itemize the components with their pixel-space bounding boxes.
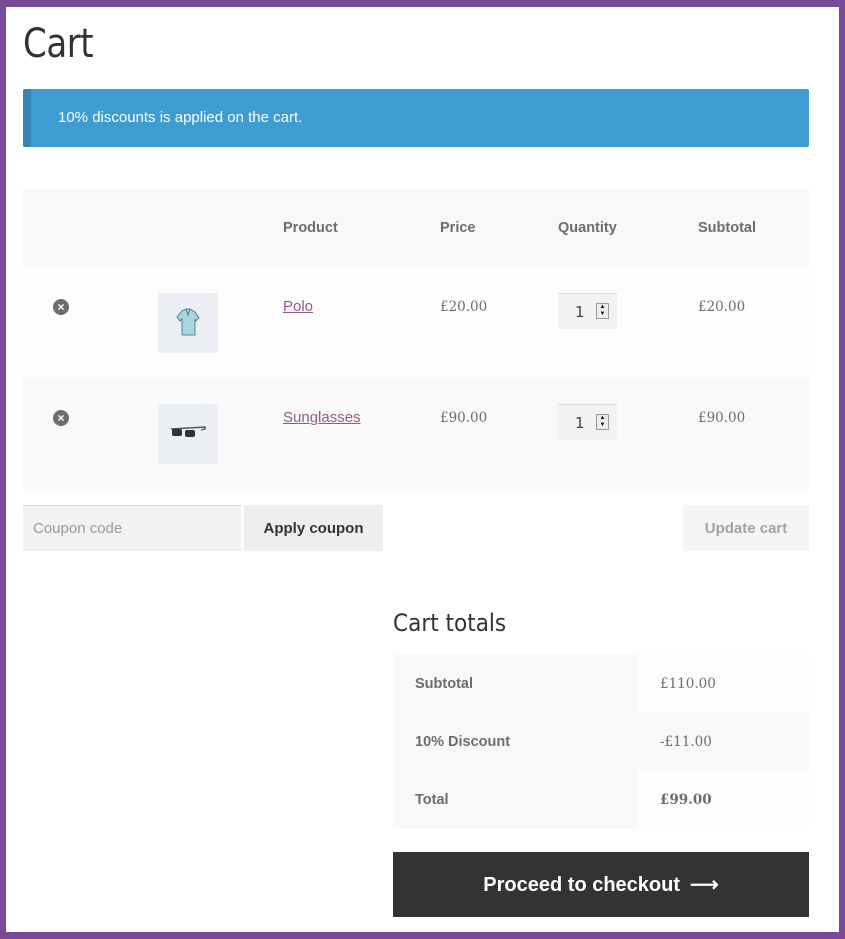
header-price: Price [440, 189, 558, 267]
item-subtotal: £90.00 [698, 410, 746, 426]
checkout-label: Proceed to checkout [483, 874, 681, 896]
spinner-arrows-icon[interactable]: ▲ ▼ [596, 414, 609, 430]
header-product: Product [283, 189, 440, 267]
sunglasses-thumbnail[interactable] [158, 404, 218, 464]
cart-table: Product Price Quantity Subtotal × Polo £… [23, 189, 809, 489]
sunglasses-icon [170, 426, 206, 437]
cart-totals-table: Subtotal £110.00 10% Discount -£11.00 To… [393, 655, 809, 829]
totals-row-subtotal: Subtotal £110.00 [393, 655, 809, 713]
discount-notice: 10% discounts is applied on the cart. [23, 89, 809, 147]
totals-label: Total [393, 771, 638, 829]
cart-totals-title: Cart totals [393, 609, 507, 637]
totals-row-total: Total £99.00 [393, 771, 809, 829]
cart-item-row: × Polo £20.00 1 ▲ ▼ £20.00 [23, 267, 809, 378]
item-price: £90.00 [440, 410, 488, 426]
header-thumbnail [158, 189, 283, 267]
header-subtotal: Subtotal [698, 189, 809, 267]
item-subtotal: £20.00 [698, 299, 746, 315]
apply-coupon-button[interactable]: Apply coupon [244, 505, 383, 551]
remove-item-icon[interactable]: × [53, 299, 69, 315]
totals-label: Subtotal [393, 655, 638, 713]
totals-value: -£11.00 [638, 713, 809, 771]
remove-item-icon[interactable]: × [53, 410, 69, 426]
quantity-stepper[interactable]: 1 ▲ ▼ [558, 293, 617, 329]
quantity-value: 1 [575, 414, 585, 432]
totals-value: £99.00 [638, 771, 809, 829]
page-title: Cart [23, 21, 94, 67]
update-cart-button[interactable]: Update cart [683, 505, 809, 551]
polo-shirt-icon [176, 308, 200, 336]
product-link-polo[interactable]: Polo [283, 298, 313, 315]
product-link-sunglasses[interactable]: Sunglasses [283, 409, 361, 426]
coupon-code-input[interactable] [23, 505, 241, 551]
header-remove [23, 189, 158, 267]
quantity-stepper[interactable]: 1 ▲ ▼ [558, 404, 617, 440]
arrow-right-icon: ⟶ [690, 874, 719, 896]
totals-row-discount: 10% Discount -£11.00 [393, 713, 809, 771]
totals-value: £110.00 [638, 655, 809, 713]
cart-item-row: × Sunglasses £90.00 1 ▲ ▼ £90.00 [23, 378, 809, 489]
spinner-arrows-icon[interactable]: ▲ ▼ [596, 303, 609, 319]
item-price: £20.00 [440, 299, 488, 315]
proceed-to-checkout-button[interactable]: Proceed to checkout ⟶ [393, 852, 809, 917]
polo-thumbnail[interactable] [158, 293, 218, 353]
cart-header-row: Product Price Quantity Subtotal [23, 189, 809, 267]
header-quantity: Quantity [558, 189, 698, 267]
quantity-value: 1 [575, 303, 585, 321]
totals-label: 10% Discount [393, 713, 638, 771]
